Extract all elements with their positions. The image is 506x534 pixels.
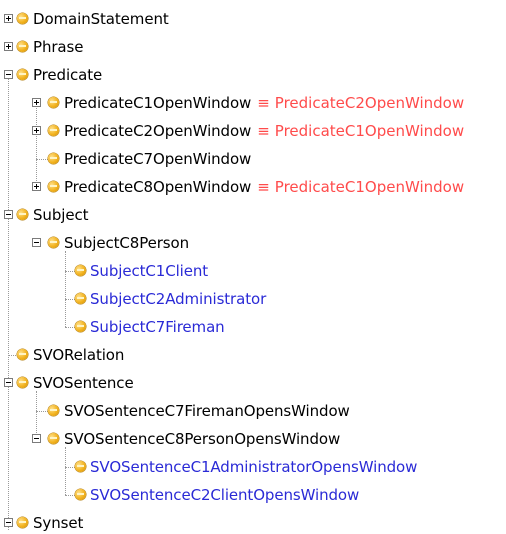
node-label: SVOSentenceC1AdministratorOpensWindow — [90, 458, 418, 476]
class-icon — [17, 517, 28, 528]
class-icon — [75, 293, 86, 304]
equivalent-class: ≡ PredicateC1OpenWindow — [257, 177, 464, 197]
tree-node-svosentencec1administratoropenswindow[interactable]: SVOSentenceC1AdministratorOpensWindow — [90, 457, 417, 477]
class-icon — [48, 237, 59, 248]
equivalent-class: ≡ PredicateC1OpenWindow — [257, 121, 464, 141]
node-label: SubjectC2Administrator — [90, 290, 267, 308]
class-icon — [48, 97, 59, 108]
tree-connector — [65, 447, 66, 495]
class-icon — [48, 433, 59, 444]
tree-node-subjectc1client[interactable]: SubjectC1Client — [90, 261, 208, 281]
class-icon — [75, 461, 86, 472]
node-label: SVOSentenceC8PersonOpensWindow — [64, 430, 341, 448]
node-label: PredicateC8OpenWindow — [64, 178, 252, 196]
node-label: Subject — [33, 206, 89, 224]
tree-connector — [65, 251, 66, 327]
class-icon — [75, 321, 86, 332]
class-icon — [48, 181, 59, 192]
node-label: Predicate — [33, 66, 103, 84]
tree-connector — [8, 75, 9, 530]
tree-node-subject[interactable]: Subject — [33, 205, 88, 225]
node-label: Synset — [33, 514, 84, 532]
node-label: SVOSentenceC7FiremanOpensWindow — [64, 402, 350, 420]
tree-node-predicatec8openwindow[interactable]: PredicateC8OpenWindow ≡ PredicateC1OpenWi… — [64, 177, 464, 197]
node-label: DomainStatement — [33, 10, 169, 28]
collapse-icon[interactable] — [32, 238, 41, 247]
node-label: SubjectC8Person — [64, 234, 189, 252]
tree-node-predicatec7openwindow[interactable]: PredicateC7OpenWindow — [64, 149, 251, 169]
class-icon — [75, 265, 86, 276]
collapse-icon[interactable] — [4, 378, 13, 387]
node-label: PredicateC7OpenWindow — [64, 150, 252, 168]
tree-node-predicatec1openwindow[interactable]: PredicateC1OpenWindow ≡ PredicateC2OpenWi… — [64, 93, 464, 113]
equivalent-class-label: PredicateC1OpenWindow — [274, 122, 465, 140]
tree-connector — [36, 105, 37, 187]
expand-icon[interactable] — [4, 14, 13, 23]
tree-node-subjectc2administrator[interactable]: SubjectC2Administrator — [90, 289, 266, 309]
node-label: SubjectC7Fireman — [90, 318, 225, 336]
tree-node-svosentencec2clientopenswindow[interactable]: SVOSentenceC2ClientOpensWindow — [90, 485, 359, 505]
class-icon — [17, 349, 28, 360]
tree-node-predicate[interactable]: Predicate — [33, 65, 102, 85]
collapse-icon[interactable] — [4, 518, 13, 527]
tree-node-predicatec2openwindow[interactable]: PredicateC2OpenWindow ≡ PredicateC1OpenWi… — [64, 121, 464, 141]
class-icon — [17, 377, 28, 388]
expand-icon[interactable] — [32, 182, 41, 191]
tree-node-svorelation[interactable]: SVORelation — [33, 345, 124, 365]
class-icon — [48, 153, 59, 164]
equivalent-class: ≡ PredicateC2OpenWindow — [257, 93, 464, 113]
node-label: SVOSentenceC2ClientOpensWindow — [90, 486, 360, 504]
class-icon — [75, 489, 86, 500]
collapse-icon[interactable] — [32, 434, 41, 443]
equivalence-symbol: ≡ — [257, 94, 270, 112]
class-icon — [17, 209, 28, 220]
equivalence-symbol: ≡ — [257, 178, 270, 196]
tree-node-phrase[interactable]: Phrase — [33, 37, 83, 57]
expand-icon[interactable] — [4, 42, 13, 51]
class-icon — [48, 405, 59, 416]
tree-node-svosentence[interactable]: SVOSentence — [33, 373, 134, 393]
class-icon — [48, 125, 59, 136]
class-tree: DomainStatement Phrase Predicate Predica… — [0, 0, 506, 534]
tree-node-domainstatement[interactable]: DomainStatement — [33, 9, 169, 29]
equivalent-class-label: PredicateC2OpenWindow — [274, 94, 465, 112]
node-label: PredicateC2OpenWindow — [64, 122, 252, 140]
node-label: PredicateC1OpenWindow — [64, 94, 252, 112]
expand-icon[interactable] — [32, 98, 41, 107]
class-icon — [17, 13, 28, 24]
equivalent-class-label: PredicateC1OpenWindow — [274, 178, 465, 196]
equivalence-symbol: ≡ — [257, 122, 270, 140]
node-label: SubjectC1Client — [90, 262, 209, 280]
node-label: SVORelation — [33, 346, 125, 364]
collapse-icon[interactable] — [4, 70, 13, 79]
collapse-icon[interactable] — [4, 210, 13, 219]
class-icon — [17, 69, 28, 80]
tree-node-svosentencec8personopenswindow[interactable]: SVOSentenceC8PersonOpensWindow — [64, 429, 340, 449]
tree-node-subjectc7fireman[interactable]: SubjectC7Fireman — [90, 317, 225, 337]
node-label: SVOSentence — [33, 374, 134, 392]
tree-node-subjectc8person[interactable]: SubjectC8Person — [64, 233, 189, 253]
class-icon — [17, 41, 28, 52]
tree-node-synset[interactable]: Synset — [33, 513, 83, 533]
expand-icon[interactable] — [32, 126, 41, 135]
tree-node-svosentencec7firemanopenswindow[interactable]: SVOSentenceC7FiremanOpensWindow — [64, 401, 350, 421]
tree-connector — [36, 391, 37, 439]
node-label: Phrase — [33, 38, 84, 56]
